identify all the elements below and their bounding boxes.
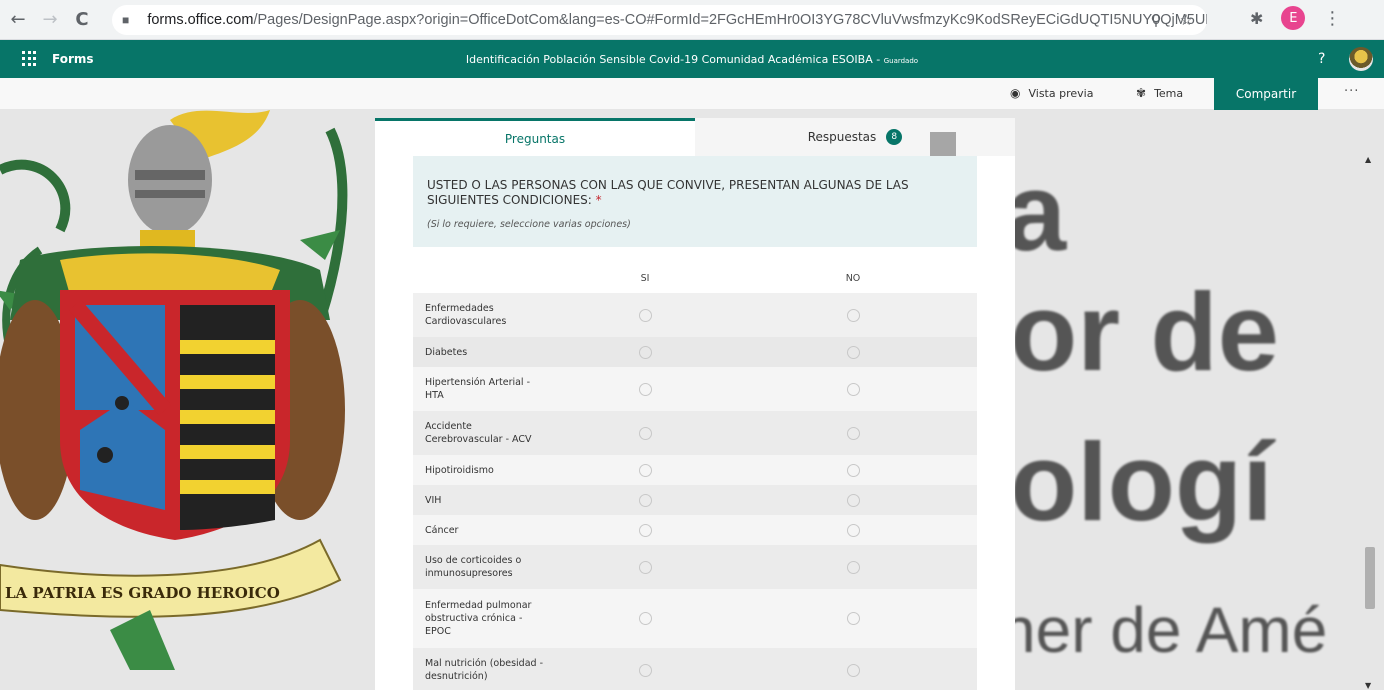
help-icon[interactable]: ? — [1318, 51, 1325, 67]
back-arrow-icon[interactable]: ← — [4, 6, 32, 34]
likert-row: Uso de corticoides o inmunosupresores — [413, 545, 977, 589]
likert-row: Accidente Cerebrovascular - ACV — [413, 411, 977, 455]
motto-text: LA PATRIA ES GRADO HEROICO — [5, 584, 280, 602]
page-scrollbar[interactable]: ▲ ▼ — [1362, 155, 1378, 690]
forms-header: Forms Identificación Población Sensible … — [0, 40, 1384, 78]
app-name[interactable]: Forms — [52, 52, 94, 66]
radio-yes[interactable] — [638, 493, 652, 507]
tab-responses-label: Respuestas — [807, 130, 877, 144]
row-label: Mal nutrición (obesidad - desnutrición) — [425, 658, 544, 682]
bg-text-b: or de — [1010, 271, 1279, 394]
likert-row: Mal nutrición (obesidad - desnutrición) — [413, 648, 977, 690]
question-card[interactable]: USTED O LAS PERSONAS CON LAS QUE CONVIVE… — [413, 156, 977, 247]
row-label: Accidente Cerebrovascular - ACV — [425, 421, 532, 445]
radio-yes[interactable] — [638, 382, 652, 396]
coat-of-arms-image: LA PATRIA ES GRADO HEROICO — [0, 110, 348, 670]
tab-questions[interactable]: Preguntas — [375, 118, 695, 156]
forward-arrow-icon[interactable]: → — [36, 6, 64, 34]
radio-no[interactable] — [846, 612, 860, 625]
palette-icon: ✾ — [1136, 86, 1147, 100]
question-text: USTED O LAS PERSONAS CON LAS QUE CONVIVE… — [427, 178, 909, 207]
likert-row: VIH — [413, 485, 977, 515]
reload-icon[interactable]: C — [68, 6, 96, 34]
form-tabs: Preguntas Respuestas 8 — [375, 118, 1015, 156]
theme-label: Tema — [1154, 86, 1184, 100]
radio-no[interactable] — [846, 523, 860, 537]
scroll-up-icon[interactable]: ▲ — [1365, 155, 1371, 164]
bg-text-d: ner de Amé — [1000, 594, 1328, 666]
url-host: forms.office.com — [147, 12, 254, 28]
required-mark: * — [595, 193, 602, 207]
lock-icon: ■ — [122, 13, 130, 27]
radio-yes[interactable] — [638, 463, 652, 477]
url-path: /Pages/DesignPage.aspx?origin=OfficeDotC… — [253, 12, 1207, 28]
responses-count-badge: 8 — [886, 129, 903, 145]
likert-row: Hipotiroidismo — [413, 455, 977, 485]
theme-button[interactable]: ✾ Tema — [1136, 86, 1183, 100]
account-avatar[interactable] — [1349, 47, 1373, 71]
preview-label: Vista previa — [1028, 86, 1094, 100]
question-hint: (Si lo requiere, seleccione varias opcio… — [427, 219, 631, 230]
command-bar: ◉ Vista previa ✾ Tema Compartir ··· — [0, 78, 1384, 110]
question-title: USTED O LAS PERSONAS CON LAS QUE CONVIVE… — [427, 178, 963, 208]
form-title-text: Identificación Población Sensible Covid-… — [465, 52, 873, 66]
row-label: Diabetes — [425, 346, 468, 358]
row-label: Hipertensión Arterial - HTA — [425, 377, 531, 401]
row-label: VIH — [425, 494, 442, 506]
address-bar[interactable]: ■ forms.office.com /Pages/DesignPage.asp… — [112, 5, 1207, 35]
radio-yes[interactable] — [638, 663, 652, 677]
extensions-icon[interactable]: ✱ — [1250, 9, 1263, 28]
radio-yes[interactable] — [638, 426, 652, 440]
browser-toolbar: ← → C ■ forms.office.com /Pages/DesignPa… — [0, 0, 1384, 40]
form-title: Identificación Población Sensible Covid-… — [465, 52, 919, 66]
scrollbar-thumb[interactable] — [1365, 547, 1375, 609]
row-label: Enfermedad pulmonar obstructiva crónica … — [425, 600, 532, 637]
more-options-icon[interactable]: ··· — [1344, 84, 1359, 99]
browser-menu-icon[interactable]: ⋮ — [1323, 8, 1341, 29]
radio-no[interactable] — [846, 382, 860, 396]
app-launcher-icon[interactable] — [22, 51, 38, 67]
radio-no[interactable] — [846, 345, 860, 359]
star-icon[interactable]: ☆ — [1180, 11, 1193, 29]
eye-icon: ◉ — [1010, 86, 1021, 100]
row-label: Enfermedades Cardiovasculares — [425, 303, 507, 327]
radio-yes[interactable] — [638, 308, 652, 322]
preview-button[interactable]: ◉ Vista previa — [1010, 86, 1093, 100]
radio-no[interactable] — [846, 663, 860, 677]
column-no: NO — [845, 273, 861, 284]
scroll-down-icon[interactable]: ▼ — [1365, 681, 1371, 690]
radio-no[interactable] — [846, 493, 860, 507]
likert-grid: SI NO Enfermedades Cardiovasculares Diab… — [413, 264, 977, 690]
likert-row: Cáncer — [413, 515, 977, 545]
likert-row: Diabetes — [413, 337, 977, 367]
radio-yes[interactable] — [638, 345, 652, 359]
radio-no[interactable] — [846, 426, 860, 440]
form-panel: USTED O LAS PERSONAS CON LAS QUE CONVIVE… — [375, 156, 1015, 690]
likert-header: SI NO — [413, 264, 977, 293]
tab-responses[interactable]: Respuestas 8 — [695, 118, 1015, 156]
likert-row: Enfermedad pulmonar obstructiva crónica … — [413, 589, 977, 648]
column-yes: SI — [640, 273, 650, 284]
placeholder-square — [930, 132, 956, 156]
row-label: Uso de corticoides o inmunosupresores — [425, 555, 522, 579]
radio-yes[interactable] — [638, 612, 652, 625]
bg-text-c: ologí — [1010, 421, 1273, 544]
likert-row: Hipertensión Arterial - HTA — [413, 367, 977, 411]
likert-row: Enfermedades Cardiovasculares — [413, 293, 977, 337]
saved-status: Guardado — [883, 56, 919, 65]
radio-no[interactable] — [846, 560, 860, 574]
zoom-icon[interactable]: ⚲ — [1151, 11, 1162, 29]
radio-no[interactable] — [846, 463, 860, 477]
share-button[interactable]: Compartir — [1214, 78, 1318, 110]
profile-avatar[interactable]: E — [1281, 6, 1306, 30]
row-label: Hipotiroidismo — [425, 464, 494, 476]
radio-yes[interactable] — [638, 523, 652, 537]
row-label: Cáncer — [425, 524, 459, 536]
radio-no[interactable] — [846, 308, 860, 322]
radio-yes[interactable] — [638, 560, 652, 574]
